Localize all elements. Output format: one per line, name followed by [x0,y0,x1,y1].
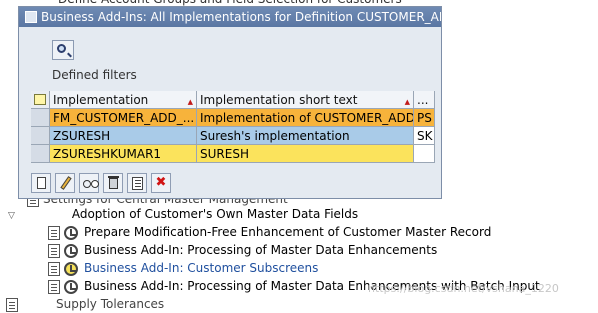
dialog-title-bar[interactable]: Business Add-Ins: All Implementations fo… [19,7,441,27]
change-button[interactable] [55,173,75,193]
find-button[interactable] [52,40,74,60]
document-icon[interactable] [48,279,60,294]
row-selector[interactable] [31,127,50,145]
cell-implementation[interactable]: FM_CUSTOMER_ADD_... [50,109,197,127]
execute-clock-icon[interactable] [64,225,78,240]
execute-clock-icon[interactable] [64,243,78,258]
cell-implementation[interactable]: ZSURESH [50,127,197,145]
select-all-icon [34,94,46,105]
sort-icon: ▲ [404,98,410,106]
cell-extra[interactable]: SK [414,127,435,145]
cell-extra[interactable] [414,145,435,163]
document-icon[interactable] [48,243,60,258]
cell-extra[interactable]: PS [414,109,435,127]
cell-short-text[interactable]: Implementation of CUSTOMER_ADD... [197,109,414,127]
select-all-cell[interactable] [31,91,50,109]
tree-item-label: Business Add-In: Customer Subscreens [84,261,319,275]
document-icon [6,297,18,312]
details-button[interactable] [127,173,147,193]
watermark: https://blog.csdn.net/vshana_1220 [368,282,559,295]
column-header-extra[interactable]: ... [414,91,435,109]
column-header-implementation[interactable]: Implementation ▲ [50,91,197,109]
cancel-icon: ✖ [155,175,167,190]
create-button[interactable] [31,173,51,193]
details-icon [132,177,143,190]
cell-short-text[interactable]: SURESH [197,145,414,163]
badi-implementations-dialog: Business Add-Ins: All Implementations fo… [18,6,442,199]
tree-item-prepare[interactable]: Prepare Modification-Free Enhancement of… [48,223,491,241]
display-icon [83,180,99,188]
document-icon[interactable] [48,225,60,240]
chevron-down-icon[interactable]: ▽ [8,207,20,225]
cancel-button[interactable]: ✖ [151,173,171,193]
create-icon [37,177,46,189]
execute-clock-icon[interactable] [64,279,78,294]
tree-item-badi-subscreens[interactable]: Business Add-In: Customer Subscreens [48,259,318,277]
tree-item-partial-bottom[interactable]: Supply Tolerances [6,295,164,313]
execute-clock-icon[interactable] [64,261,78,276]
column-header-label: Implementation short text [200,93,358,107]
row-selector[interactable] [31,145,50,163]
row-selector[interactable] [31,109,50,127]
tree-folder-adoption[interactable]: ▽ Adoption of Customer's Own Master Data… [8,205,358,223]
dialog-title: Business Add-Ins: All Implementations fo… [41,10,441,24]
change-icon [60,176,72,190]
table-row[interactable]: ZSURESH Suresh's implementation SK [31,127,435,145]
sort-icon: ▲ [187,98,193,106]
table-row[interactable]: FM_CUSTOMER_ADD_... Implementation of CU… [31,109,435,127]
column-header-label: Implementation [53,93,149,107]
tree-folder-label: Adoption of Customer's Own Master Data F… [71,207,359,221]
document-icon[interactable] [48,261,60,276]
table-row[interactable]: ZSURESHKUMAR1 SURESH [31,145,435,163]
cell-implementation[interactable]: ZSURESHKUMAR1 [50,145,197,163]
column-header-short-text[interactable]: Implementation short text ▲ [197,91,414,109]
table-header: Implementation ▲ Implementation short tex… [31,91,435,109]
search-icon [57,44,66,53]
display-button[interactable] [79,173,99,193]
tree-item-label: Business Add-In: Processing of Master Da… [84,243,438,257]
tree-item-label: Prepare Modification-Free Enhancement of… [84,225,492,239]
cell-short-text[interactable]: Suresh's implementation [197,127,414,145]
defined-filters-label: Defined filters [52,68,137,82]
delete-icon [108,176,119,189]
tree-item-badi-processing[interactable]: Business Add-In: Processing of Master Da… [48,241,437,259]
window-icon [25,11,37,23]
delete-button[interactable] [103,173,123,193]
